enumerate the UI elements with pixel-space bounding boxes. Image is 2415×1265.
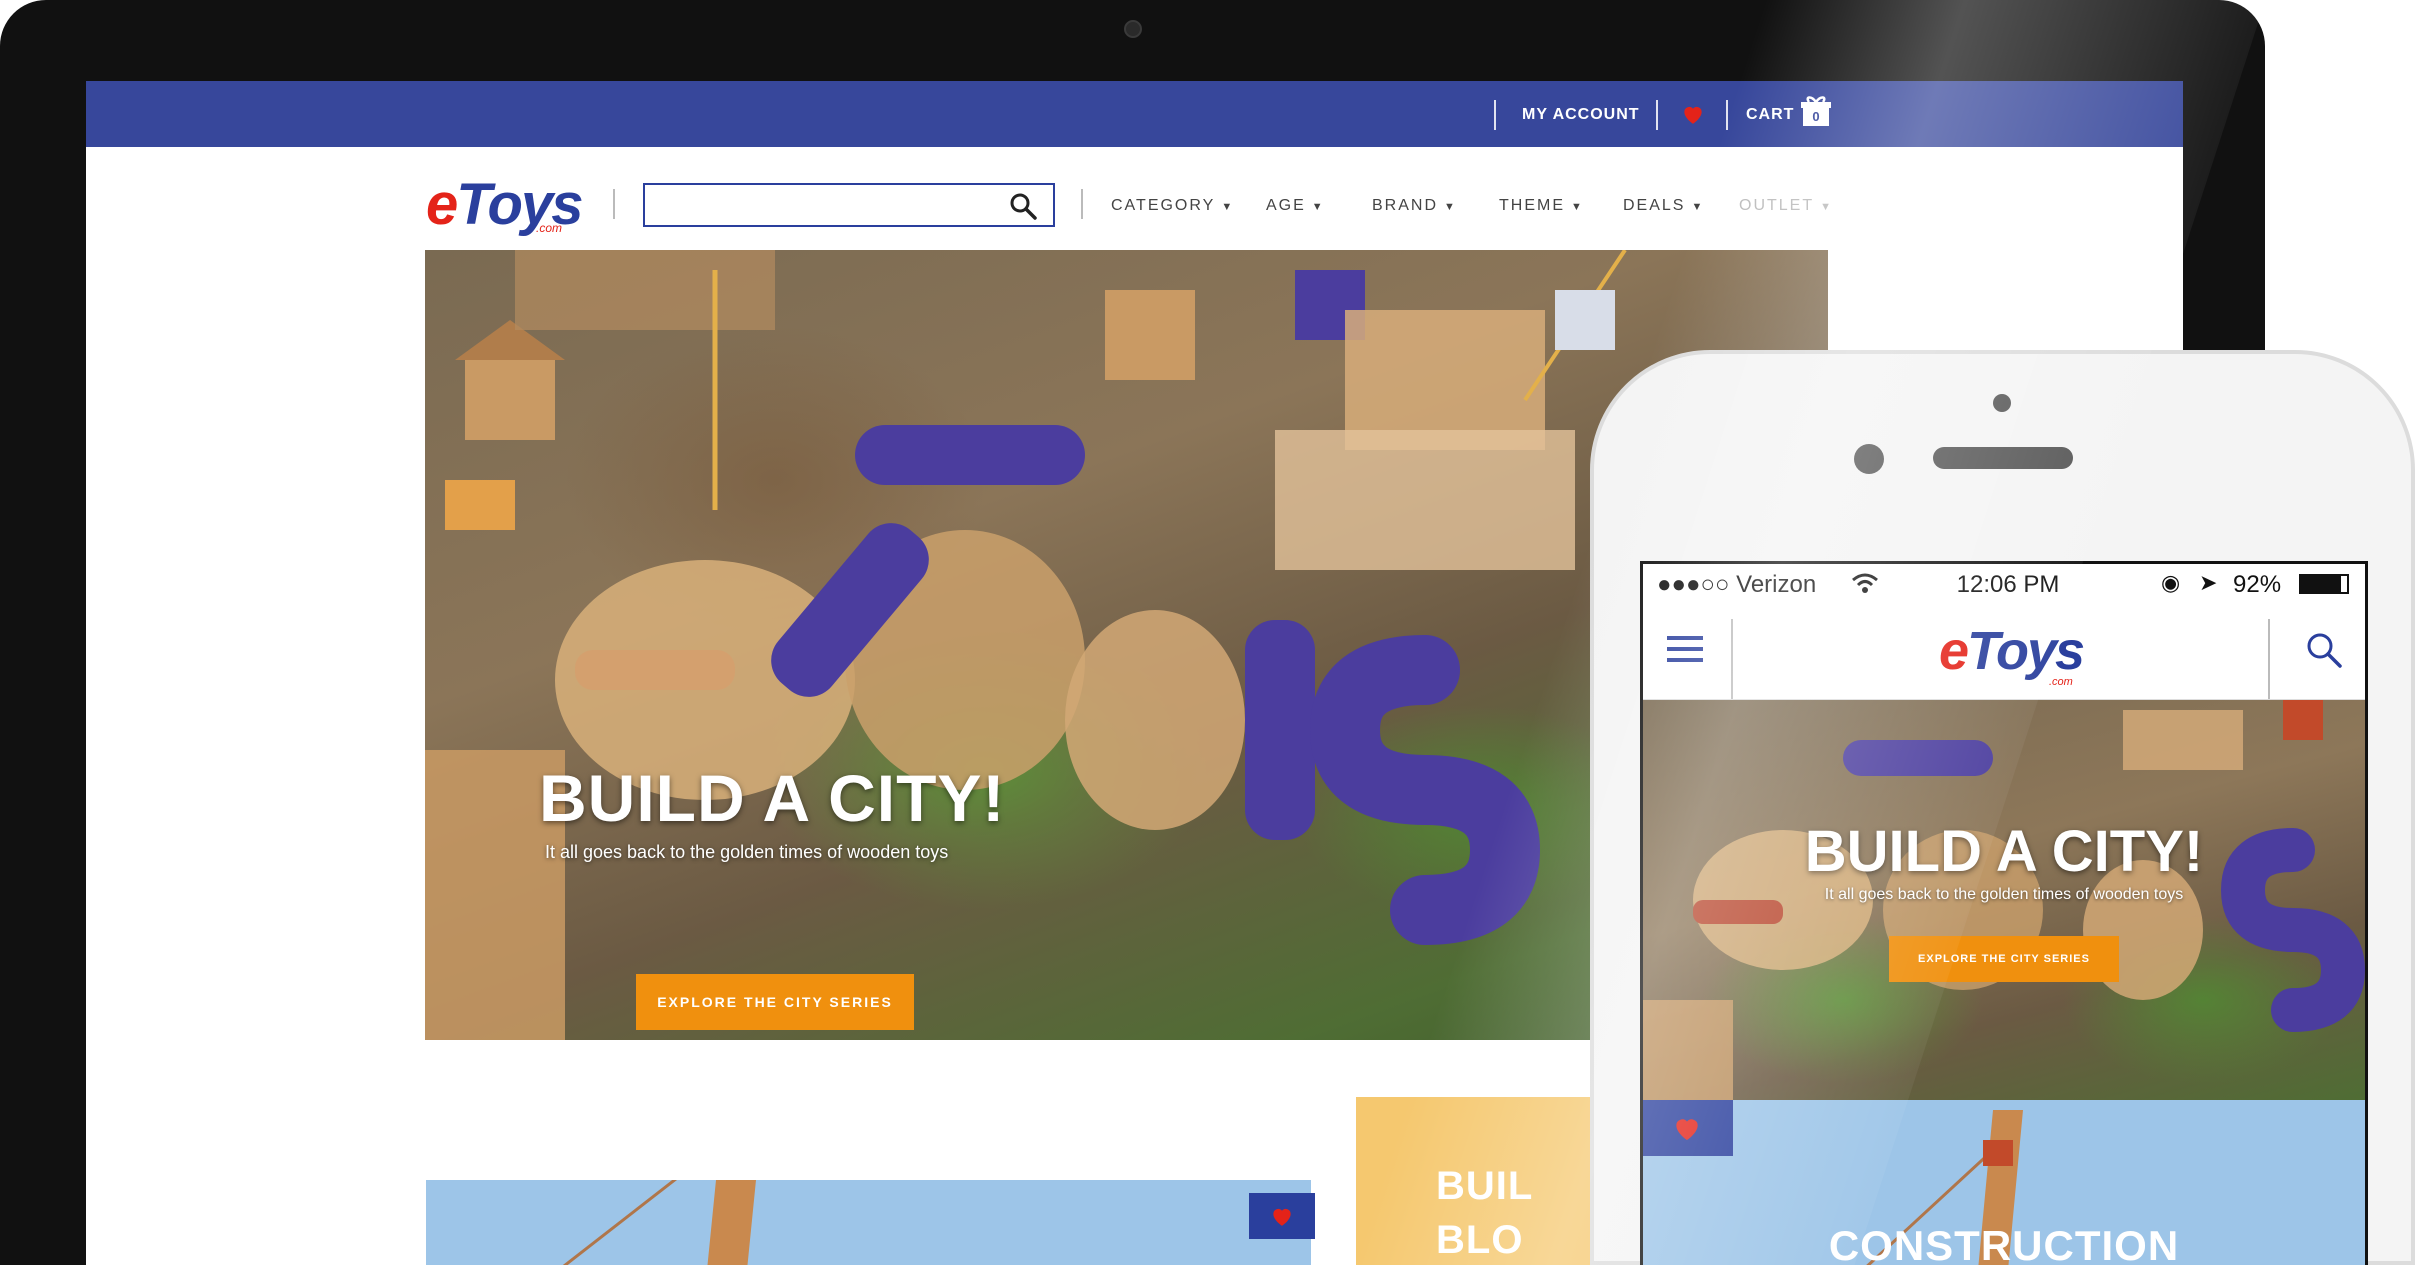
search-icon[interactable] (1008, 191, 1038, 221)
mobile-screen: ●●●○○ Verizon 12:06 PM ◉ ➤ 92% eToys .co… (1640, 561, 2368, 1265)
heart-icon (1676, 1119, 1698, 1140)
lock-rotation-icon: ◉ (2161, 570, 2181, 595)
ios-status-bar: ●●●○○ Verizon 12:06 PM ◉ ➤ 92% (1643, 564, 2365, 604)
search-icon[interactable] (2304, 630, 2344, 670)
carrier-signal: ●●●○○ Verizon (1657, 571, 1817, 598)
hero-subtitle: It all goes back to the golden times of … (1824, 886, 2184, 903)
construction-promo-card[interactable] (426, 1180, 1311, 1265)
heart-icon (1273, 1208, 1291, 1226)
header-divider (1081, 189, 1083, 219)
wishlist-heart-button[interactable] (1643, 1100, 1733, 1156)
nav-age[interactable]: AGE ▼ (1266, 197, 1325, 215)
cart-link[interactable]: CART (1746, 106, 1794, 124)
battery-percent: 92% (2233, 571, 2282, 598)
logo-com: .com (536, 221, 563, 235)
gift-cart-icon[interactable]: 0 (1801, 95, 1831, 127)
topbar-divider (1726, 100, 1728, 130)
top-utility-bar: MY ACCOUNT CART 0 (86, 81, 2183, 147)
explore-city-series-button[interactable]: EXPLORE THE CITY SERIES (636, 974, 914, 1030)
location-arrow-icon: ➤ (2199, 570, 2218, 595)
header-divider (2268, 619, 2270, 699)
logo-com: .com (2049, 676, 2073, 688)
caret-down-icon: ▼ (1311, 201, 1325, 213)
crane-illustration (562, 1180, 756, 1265)
nav-deals[interactable]: DEALS ▼ (1623, 197, 1704, 215)
mobile-hero-banner[interactable]: BUILD A CITY! It all goes back to the go… (1643, 700, 2365, 1100)
promo-card-title: BUIL BLO (1436, 1164, 1534, 1262)
wishlist-heart-button[interactable] (1249, 1193, 1315, 1239)
phone-front-sensor (1993, 394, 2011, 412)
hamburger-menu-icon[interactable] (1667, 634, 1703, 664)
topbar-divider (1656, 100, 1658, 130)
caret-down-icon: ▼ (1820, 201, 1834, 213)
explore-city-series-button[interactable]: EXPLORE THE CITY SERIES (1889, 936, 2119, 982)
hero-title: BUILD A CITY! (1804, 819, 2204, 884)
promo-card-title: CONSTRUCTION (1828, 1222, 2180, 1265)
hero-subtitle: It all goes back to the golden times of … (545, 842, 949, 862)
nav-brand[interactable]: BRAND ▼ (1372, 197, 1457, 215)
caret-down-icon: ▼ (1571, 201, 1584, 213)
status-time: 12:06 PM (1956, 571, 2060, 598)
caret-down-icon: ▼ (1444, 201, 1457, 213)
phone-speaker (1933, 447, 2073, 469)
wishlist-heart-icon[interactable] (1680, 101, 1706, 127)
caret-down-icon: ▼ (1221, 201, 1235, 213)
nav-outlet[interactable]: OUTLET ▼ (1739, 197, 1833, 215)
mobile-header: eToys .com (1643, 604, 2365, 700)
caret-down-icon: ▼ (1691, 201, 1705, 213)
header-divider (1731, 619, 1733, 699)
header-divider (613, 189, 615, 219)
phone-camera (1854, 444, 1884, 474)
topbar-divider (1494, 100, 1496, 130)
nav-theme[interactable]: THEME ▼ (1499, 197, 1584, 215)
nav-category[interactable]: CATEGORY ▼ (1111, 197, 1234, 215)
construction-promo-card[interactable]: CONSTRUCTION (1643, 1100, 2365, 1265)
wifi-icon (1852, 573, 1878, 593)
search-input[interactable] (643, 183, 1055, 227)
hero-title: BUILD A CITY! (539, 761, 1006, 835)
etoys-logo[interactable]: eToys (1939, 622, 2085, 680)
battery-icon (2299, 574, 2349, 594)
cart-count: 0 (1812, 109, 1820, 124)
my-account-link[interactable]: MY ACCOUNT (1522, 106, 1640, 124)
laptop-camera (1124, 20, 1142, 38)
